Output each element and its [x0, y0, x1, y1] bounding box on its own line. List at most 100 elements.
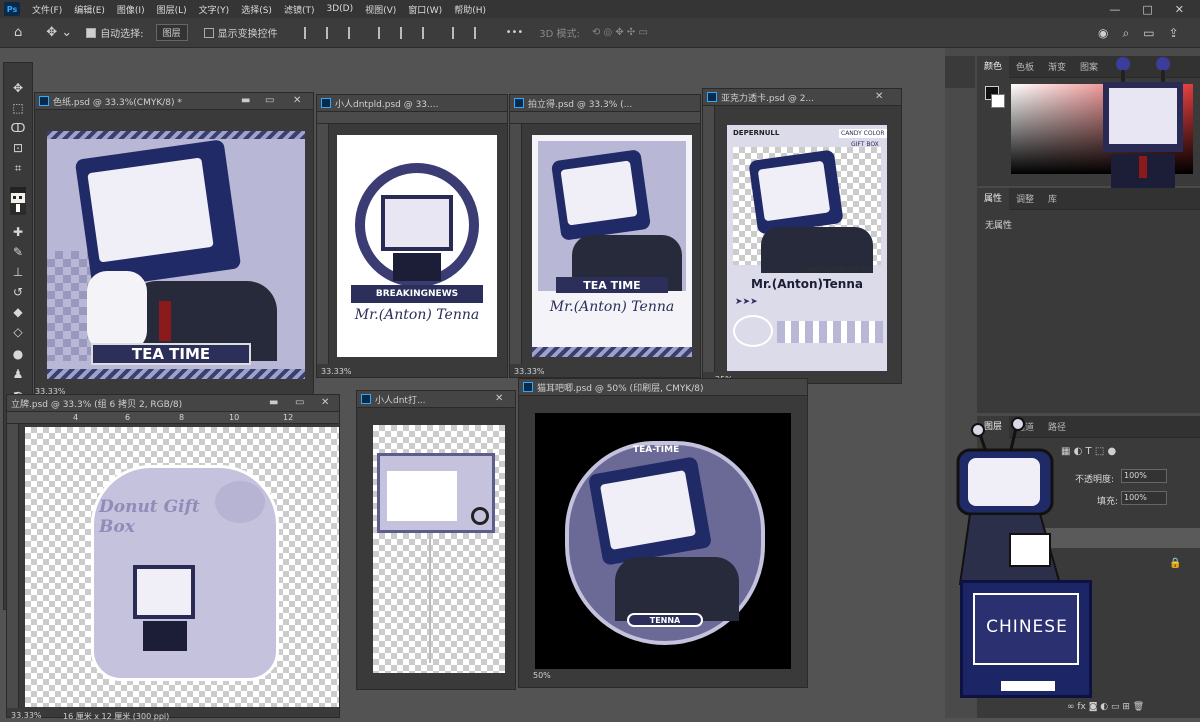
menu-edit[interactable]: 编辑(E) — [68, 3, 111, 16]
doc-canvas[interactable]: TEA-TIME TENNA — [535, 413, 791, 669]
menu-file[interactable]: 文件(F) — [26, 3, 68, 16]
ruler-horizontal: 4 6 8 10 12 — [7, 412, 339, 424]
chinese-label: CHINESE — [986, 617, 1068, 637]
menu-layer[interactable]: 图层(L) — [151, 3, 193, 16]
menu-help[interactable]: 帮助(H) — [448, 3, 492, 16]
menu-view[interactable]: 视图(V) — [359, 3, 402, 16]
artwork-tv-screen — [757, 160, 831, 222]
tab-gradients[interactable]: 渐变 — [1041, 60, 1073, 73]
auto-select-dropdown[interactable]: 图层 — [155, 24, 188, 41]
more-options-button[interactable]: ••• — [506, 27, 524, 38]
doc-window-standee[interactable]: 立牌.psd @ 33.3% (组 6 拷贝 2, RGB/8) ▬ ▭ ✕ 4… — [6, 394, 340, 721]
ps-doc-icon — [321, 98, 331, 108]
move-tool-icon[interactable]: ✥ — [4, 79, 32, 97]
doc-window-acrylic-card[interactable]: 亚克力透卡.psd @ 2... ✕ DEPERNULL CANDY COLOR… — [702, 88, 902, 384]
move-tool-icon[interactable]: ✥ ⌄ — [46, 25, 72, 40]
doc-canvas[interactable]: Donut Gift Box — [25, 427, 339, 707]
doc-canvas[interactable] — [373, 425, 505, 673]
ruler-horizontal — [317, 112, 507, 124]
menu-window[interactable]: 窗口(W) — [402, 3, 448, 16]
artwork-pixel-tv — [381, 195, 453, 251]
doc-window-polaroid[interactable]: 拍立得.psd @ 33.3% (... TEA TIME Mr.(Anton)… — [509, 94, 701, 378]
tab-color[interactable]: 颜色 — [977, 55, 1010, 78]
doc-canvas[interactable]: TEA TIME Mr.(Anton) Tenna — [532, 135, 692, 357]
panel-collapsed-strip — [945, 56, 975, 88]
tab-libraries[interactable]: 库 — [1041, 192, 1064, 205]
history-brush-icon[interactable]: ↺ — [4, 283, 32, 301]
zoom-level: 50% — [533, 671, 551, 680]
artwork-bow — [733, 315, 773, 347]
artwork-arrows: ➤➤➤ — [735, 297, 758, 307]
tv-box-slot — [1001, 681, 1055, 691]
align-bottom-icon[interactable] — [421, 26, 434, 39]
align-top-icon[interactable] — [377, 26, 390, 39]
workspace-icon[interactable]: ▭ — [1143, 26, 1154, 41]
ruler-vertical — [7, 424, 19, 708]
menu-image[interactable]: 图像(I) — [111, 3, 151, 16]
doc-window-cat-ear-badge[interactable]: 猫耳吧唧.psd @ 50% (印刷层, CMYK/8) TEA-TIME TE… — [518, 378, 808, 688]
share-icon[interactable]: ⇪ — [1169, 26, 1179, 41]
artwork-badge-title: TEA-TIME — [633, 445, 680, 455]
brush-tool-icon[interactable]: ✎ — [4, 243, 32, 261]
tab-swatches[interactable]: 色板 — [1009, 60, 1041, 73]
artwork-pixel-tv — [133, 565, 195, 619]
properties-panel: 属性 调整 库 无属性 — [977, 187, 1200, 413]
menu-select[interactable]: 选择(S) — [235, 3, 278, 16]
tab-properties[interactable]: 属性 — [977, 187, 1010, 210]
ps-doc-icon — [514, 98, 524, 108]
artwork-keychain-screen — [387, 471, 457, 521]
close-button[interactable]: ✕ — [1175, 3, 1184, 16]
artwork-subtitle: Mr.(Anton) Tenna — [549, 299, 675, 315]
tab-adjustments[interactable]: 调整 — [1009, 192, 1041, 205]
menu-filter[interactable]: 滤镜(T) — [278, 3, 321, 16]
blur-tool-icon[interactable]: ● — [4, 345, 32, 363]
minimize-button[interactable]: — — [1109, 3, 1120, 16]
lasso-tool-icon[interactable]: ↀ — [4, 119, 32, 137]
menu-type[interactable]: 文字(Y) — [193, 3, 236, 16]
doc-window-dntpld[interactable]: 小人dntpld.psd @ 33.... BREAKINGNEWS Mr.(A… — [316, 94, 508, 378]
stamp-tool-icon[interactable]: ⊥ — [4, 263, 32, 281]
doc-minimize-button[interactable]: ▬ — [269, 397, 278, 408]
doc-restore-button[interactable]: ▭ — [295, 397, 304, 408]
paint-bucket-icon[interactable]: ◇ — [4, 323, 32, 341]
distribute-icon[interactable] — [451, 26, 464, 39]
doc-canvas[interactable]: DEPERNULL CANDY COLOR GIFT BOX CANDY COL… — [727, 125, 887, 371]
document-size: 16 厘米 x 12 厘米 (300 ppi) — [63, 712, 170, 721]
doc-canvas[interactable]: TEA TIME — [47, 131, 305, 379]
align-left-icon[interactable] — [303, 26, 316, 39]
search-icon[interactable]: ⌕ — [1122, 26, 1129, 41]
doc-minimize-button[interactable]: ▬ — [241, 95, 250, 106]
eraser-tool-icon[interactable]: ◆ — [4, 303, 32, 321]
doc-window-color-paper[interactable]: 色纸.psd @ 33.3%(CMYK/8) * ▬ ▭ ✕ TEA TIME … — [34, 92, 314, 398]
dodge-tool-icon[interactable]: ♟ — [4, 365, 32, 383]
distribute-h-icon[interactable] — [473, 26, 486, 39]
background-swatch[interactable] — [991, 94, 1005, 108]
auto-select-checkbox[interactable] — [86, 27, 97, 38]
menu-3d[interactable]: 3D(D) — [320, 4, 359, 14]
3d-orbit-icon[interactable]: ⟲ ◎ ✥ ✣ ▭ — [592, 27, 648, 38]
ps-doc-icon — [361, 394, 371, 404]
ruler-horizontal — [510, 112, 700, 124]
crop-tool-icon[interactable]: ⌗ — [4, 159, 32, 177]
doc-restore-button[interactable]: ▭ — [265, 95, 274, 106]
doc-close-button[interactable]: ✕ — [495, 393, 503, 404]
home-icon[interactable]: ⌂ — [14, 25, 22, 40]
user-icon[interactable]: ◉ — [1098, 26, 1108, 41]
doc-close-button[interactable]: ✕ — [875, 91, 883, 102]
artwork-suit — [615, 557, 739, 621]
align-center-icon[interactable] — [325, 26, 338, 39]
fill-input[interactable]: 100% — [1121, 491, 1167, 505]
zoom-level: 33.33% — [11, 711, 42, 720]
doc-canvas[interactable]: BREAKINGNEWS Mr.(Anton) Tenna — [337, 135, 497, 357]
align-right-icon[interactable] — [347, 26, 360, 39]
opacity-input[interactable]: 100% — [1121, 469, 1167, 483]
maximize-button[interactable]: □ — [1142, 3, 1152, 16]
quick-select-tool-icon[interactable]: ⊡ — [4, 139, 32, 157]
align-middle-icon[interactable] — [399, 26, 412, 39]
show-transform-checkbox[interactable] — [203, 27, 214, 38]
doc-window-dnt-print[interactable]: 小人dnt打... ✕ — [356, 390, 516, 690]
healing-brush-icon[interactable]: ✚ — [4, 223, 32, 241]
marquee-tool-icon[interactable]: ⬚ — [4, 99, 32, 117]
doc-close-button[interactable]: ✕ — [293, 95, 301, 106]
doc-close-button[interactable]: ✕ — [321, 397, 329, 408]
